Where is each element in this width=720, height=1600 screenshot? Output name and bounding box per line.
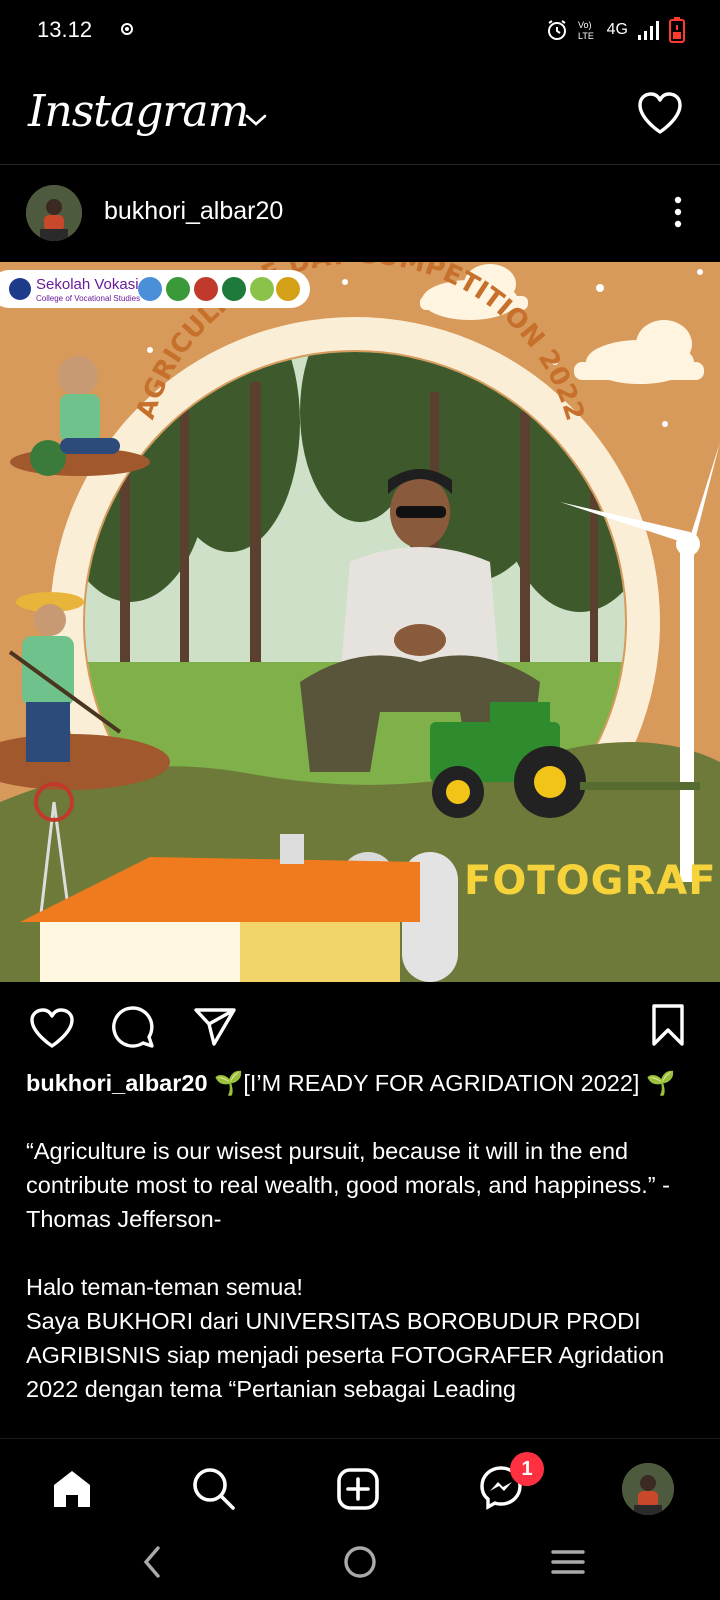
instagram-logo[interactable]: Instagram (28, 86, 249, 137)
app-header: Instagram (0, 82, 720, 165)
heart-icon[interactable] (636, 90, 684, 136)
volte-icon: Vo)LTE (578, 20, 594, 41)
signal-icon (638, 21, 659, 40)
post-actions (0, 998, 720, 1058)
alarm-icon (547, 20, 566, 40)
caption-body: Saya BUKHORI dari UNIVERSITAS BOROBUDUR … (26, 1308, 665, 1402)
post-caption: bukhori_albar20 🌱[I’M READY FOR AGRIDATI… (26, 1066, 696, 1406)
caption-quote: “Agriculture is our wisest pursuit, beca… (26, 1138, 670, 1232)
caption-username[interactable]: bukhori_albar20 (26, 1070, 208, 1096)
home-circle-icon[interactable] (342, 1544, 378, 1580)
post-image[interactable]: AGRICULTURE DAY COMPETITION 2022 Sekolah… (0, 262, 720, 982)
svg-text:Vo): Vo) (578, 20, 592, 30)
caption-headline: 🌱[I’M READY FOR AGRIDATION 2022] 🌱 (214, 1070, 676, 1096)
home-icon[interactable] (50, 1467, 94, 1511)
notification-dot-icon (121, 23, 133, 35)
messenger-badge: 1 (510, 1452, 544, 1486)
category-label: FOTOGRAFI (464, 858, 720, 904)
avatar[interactable] (26, 185, 82, 241)
back-icon[interactable] (140, 1544, 164, 1580)
post-header: bukhori_albar20 (0, 165, 720, 259)
profile-avatar[interactable] (622, 1463, 674, 1515)
status-bar: 13.12 Vo) LTE 4G (0, 0, 720, 60)
more-options-icon[interactable] (672, 195, 684, 229)
institution-subtitle: College of Vocational Studies (36, 294, 141, 303)
bottom-navigation (0, 1438, 720, 1539)
recent-apps-icon[interactable] (550, 1546, 586, 1578)
status-icons: Vo) LTE 4G (545, 14, 720, 46)
like-icon[interactable] (28, 1006, 76, 1050)
new-post-icon[interactable] (336, 1467, 380, 1511)
caption-greeting: Halo teman-teman semua! (26, 1274, 303, 1300)
system-navigation-bar (0, 1532, 720, 1600)
share-icon[interactable] (192, 1004, 238, 1048)
save-bookmark-icon[interactable] (650, 1002, 686, 1048)
avatar-photo (26, 185, 82, 241)
search-icon[interactable] (190, 1465, 236, 1511)
institution-name: Sekolah Vokasi (36, 276, 139, 293)
comment-icon[interactable] (110, 1004, 156, 1050)
svg-text:LTE: LTE (578, 31, 594, 41)
author-username[interactable]: bukhori_albar20 (104, 197, 283, 226)
network-type: 4G (606, 21, 628, 38)
status-time: 13.12 (37, 17, 93, 42)
chevron-down-icon[interactable] (244, 110, 268, 130)
profile-photo (622, 1463, 674, 1515)
battery-icon (669, 17, 685, 43)
